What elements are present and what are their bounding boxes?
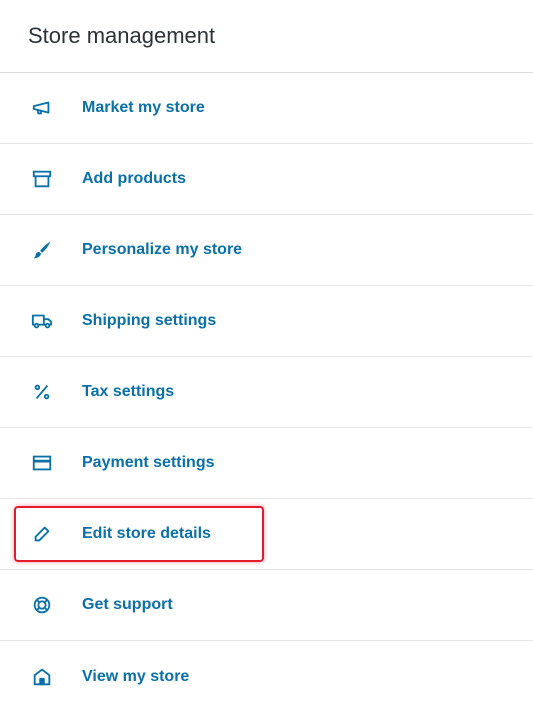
megaphone-icon	[30, 96, 54, 120]
menu-item-get-support[interactable]: Get support	[0, 570, 533, 641]
menu-item-view-my-store[interactable]: View my store	[0, 641, 533, 712]
lifebuoy-icon	[30, 593, 54, 617]
paintbrush-icon	[30, 238, 54, 262]
menu-item-market-my-store[interactable]: Market my store	[0, 73, 533, 144]
credit-card-icon	[30, 451, 54, 475]
menu-item-personalize-my-store[interactable]: Personalize my store	[0, 215, 533, 286]
menu-item-label: Tax settings	[82, 383, 175, 400]
menu-item-label: Market my store	[82, 99, 205, 116]
store-management-panel: Store management Market my store Add pro…	[0, 0, 533, 701]
menu-item-label: Get support	[82, 596, 173, 613]
page-title: Store management	[0, 0, 533, 73]
pencil-icon	[30, 522, 54, 546]
archive-box-icon	[30, 167, 54, 191]
menu-item-edit-store-details[interactable]: Edit store details	[0, 499, 533, 570]
menu-item-tax-settings[interactable]: Tax settings	[0, 357, 533, 428]
menu-item-label: Add products	[82, 170, 186, 187]
menu-item-label: Payment settings	[82, 454, 215, 471]
menu-item-add-products[interactable]: Add products	[0, 144, 533, 215]
menu-item-label: Personalize my store	[82, 241, 243, 258]
menu-item-shipping-settings[interactable]: Shipping settings	[0, 286, 533, 357]
menu-item-label: Edit store details	[82, 525, 211, 542]
percent-icon	[30, 380, 54, 404]
menu-item-label: Shipping settings	[82, 312, 217, 329]
menu-item-payment-settings[interactable]: Payment settings	[0, 428, 533, 499]
menu-item-label: View my store	[82, 667, 190, 685]
truck-icon	[30, 309, 54, 333]
house-icon	[30, 665, 54, 689]
